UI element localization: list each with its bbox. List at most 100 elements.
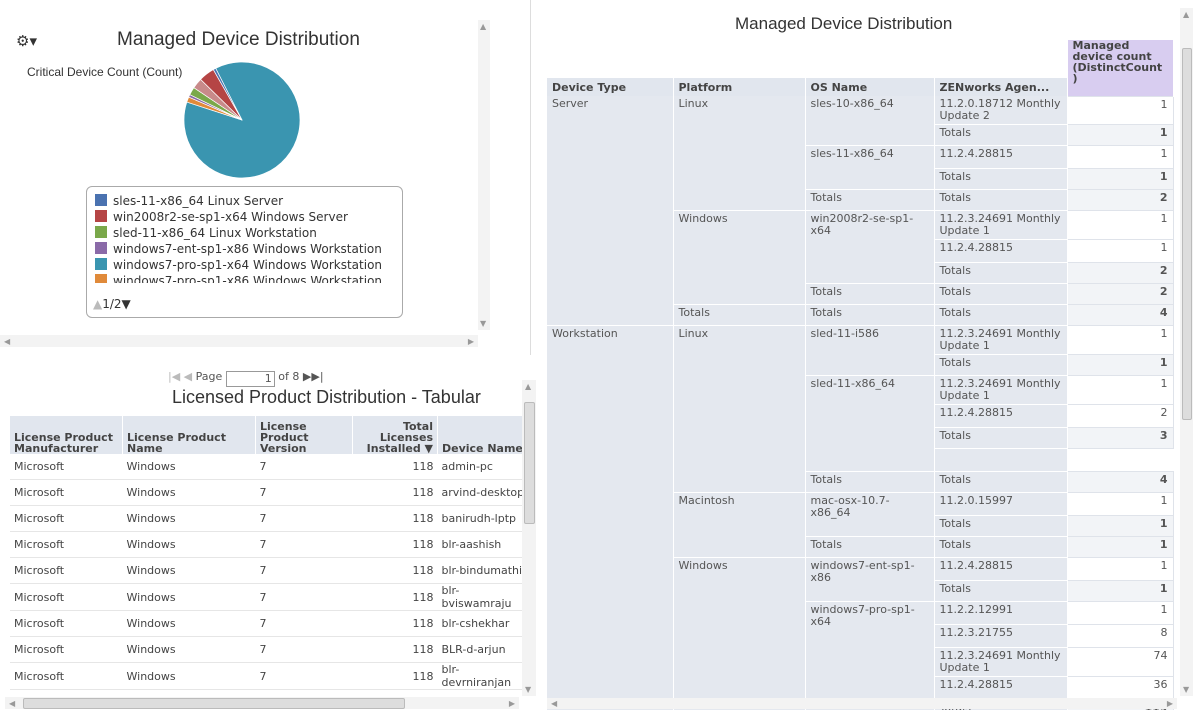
table-title: Licensed Product Distribution - Tabular: [172, 387, 481, 407]
legend-swatch: [95, 258, 107, 270]
table-cell: 7: [255, 531, 353, 558]
licensed-product-table: License Product Manufacturer License Pro…: [10, 416, 533, 690]
agent-cell: 11.2.0.18712 Monthly Update 2: [934, 96, 1068, 125]
chart-title: Managed Device Distribution: [117, 29, 360, 50]
count-cell: 1: [1066, 375, 1174, 405]
totals-cell: Totals: [934, 189, 1068, 211]
os-name-cell: win2008r2-se-sp1-x64: [805, 210, 935, 284]
horizontal-scrollbar[interactable]: ◀ ▶: [547, 698, 1177, 709]
total-count-cell: 1: [1066, 580, 1174, 602]
last-page-icon[interactable]: ▶|: [311, 370, 323, 383]
horizontal-scrollbar[interactable]: ◀ ▶: [0, 335, 478, 347]
pager: |◀ ◀ Page 1 of 8 ▶▶|: [168, 370, 324, 387]
agent-cell: 11.2.4.28815: [934, 557, 1068, 581]
column-header[interactable]: Device Name: [437, 416, 533, 454]
total-count-cell: 1: [1066, 515, 1174, 537]
vertical-scrollbar[interactable]: ▲ ▼: [478, 20, 490, 330]
device-type-cell: Workstation: [547, 325, 674, 710]
table-cell: 7: [255, 479, 353, 506]
agent-cell: 11.2.3.24691 Monthly Update 1: [934, 325, 1068, 355]
table-cell: 118: [352, 610, 438, 637]
gear-icon[interactable]: ⚙▾: [16, 32, 37, 50]
distribution-panel: Managed Device Distribution Managed devi…: [542, 0, 1194, 710]
table-title: Managed Device Distribution: [735, 14, 953, 33]
table-cell: blr-bviswamraju: [437, 583, 533, 611]
table-row[interactable]: Microsoft Windows 7 118 admin-pc: [10, 454, 533, 480]
table-cell: Microsoft: [10, 454, 123, 480]
table-cell: Microsoft: [10, 636, 123, 663]
table-cell: Microsoft: [10, 662, 123, 690]
table-row[interactable]: Microsoft Windows 7 118 blr-bviswamraju: [10, 583, 533, 611]
table-row[interactable]: Microsoft Windows 7 118 BLR-d-arjun: [10, 636, 533, 663]
table-cell: 118: [352, 505, 438, 532]
legend-next-icon[interactable]: ▼: [122, 297, 131, 311]
horizontal-scrollbar[interactable]: ◀ ▶: [5, 697, 519, 709]
pie-chart: [183, 61, 301, 179]
count-cell: 1: [1066, 492, 1174, 516]
column-header[interactable]: Managed device count (DistinctCount ): [1067, 40, 1174, 96]
os-name-cell: sles-11-x86_64: [805, 145, 935, 190]
column-header[interactable]: License Product Name: [122, 416, 256, 454]
table-row[interactable]: Microsoft Windows 7 118 blr-cshekhar: [10, 610, 533, 637]
table-cell: blr-cshekhar: [437, 610, 533, 637]
device-type-cell: Server: [547, 96, 674, 326]
agent-cell: 11.2.0.15997: [934, 492, 1068, 516]
column-header[interactable]: ZENworks Agen...: [934, 78, 1068, 96]
table-cell: admin-pc: [437, 454, 533, 480]
totals-cell: Totals: [934, 168, 1068, 190]
table-cell: blr-bindumathi: [437, 557, 533, 584]
count-cell: 74: [1066, 647, 1174, 677]
column-header[interactable]: Total Licenses Installed ▼: [352, 416, 438, 454]
column-header[interactable]: Device Type: [547, 78, 674, 96]
agent-cell: 11.2.3.24691 Monthly Update 1: [934, 647, 1068, 677]
os-name-cell: sled-11-i586: [805, 325, 935, 376]
column-header[interactable]: License Product Version: [255, 416, 353, 454]
legend-item[interactable]: windows7-pro-sp1-x86 Windows Workstation: [95, 274, 382, 283]
legend-prev-icon[interactable]: ▲: [93, 297, 102, 311]
totals-cell: Totals: [805, 536, 935, 558]
totals-cell: Totals: [934, 471, 1068, 493]
agent-cell: 11.2.3.21755: [934, 624, 1068, 648]
legend-item[interactable]: sles-11-x86_64 Linux Server: [95, 194, 283, 209]
scrollbar-thumb[interactable]: [23, 698, 405, 709]
legend-item[interactable]: windows7-pro-sp1-x64 Windows Workstation: [95, 258, 382, 273]
column-header[interactable]: OS Name: [805, 78, 935, 96]
table-row[interactable]: Microsoft Windows 7 118 blr-devrniranjan: [10, 662, 533, 690]
table-cell: 118: [352, 583, 438, 611]
total-count-cell: 1: [1066, 536, 1174, 558]
os-name-cell: mac-osx-10.7-x86_64: [805, 492, 935, 537]
table-row[interactable]: Microsoft Windows 7 118 blr-aashish: [10, 531, 533, 558]
table-cell: 118: [352, 662, 438, 690]
legend-swatch: [95, 242, 107, 254]
legend-item[interactable]: sled-11-x86_64 Linux Workstation: [95, 226, 317, 241]
count-cell: 1: [1066, 325, 1174, 355]
scrollbar-thumb[interactable]: [1182, 48, 1192, 420]
table-row[interactable]: Microsoft Windows 7 118 blr-bindumathi: [10, 557, 533, 584]
legend-pager: ▲1/2▼: [93, 297, 131, 311]
table-cell: Windows: [122, 636, 256, 663]
agent-cell: 11.2.4.28815: [934, 676, 1068, 700]
column-header[interactable]: Platform: [673, 78, 806, 96]
legend-item[interactable]: windows7-ent-sp1-x86 Windows Workstation: [95, 242, 382, 257]
total-count-cell: 1: [1066, 124, 1174, 146]
first-page-icon[interactable]: |◀: [168, 370, 180, 383]
table-row[interactable]: Microsoft Windows 7 118 arvind-desktop: [10, 479, 533, 506]
licensed-product-panel: |◀ ◀ Page 1 of 8 ▶▶| Licensed Product Di…: [0, 360, 538, 710]
legend-item[interactable]: win2008r2-se-sp1-x64 Windows Server: [95, 210, 348, 225]
total-count-cell: 1: [1066, 354, 1174, 376]
vertical-scrollbar[interactable]: ▲ ▼: [522, 380, 536, 696]
page-number-input[interactable]: 1: [225, 371, 275, 387]
column-header[interactable]: License Product Manufacturer: [10, 416, 123, 454]
table-cell: Windows: [122, 531, 256, 558]
table-row[interactable]: Microsoft Windows 7 118 banirudh-lptp: [10, 505, 533, 532]
platform-cell: Windows: [673, 557, 806, 710]
count-cell: 8: [1066, 624, 1174, 648]
total-count-cell: 1: [1066, 168, 1174, 190]
prev-page-icon[interactable]: ◀: [184, 370, 192, 383]
table-cell: Windows: [122, 583, 256, 611]
pie-chart-panel: ⚙▾ Managed Device Distribution Critical …: [0, 0, 531, 355]
vertical-scrollbar[interactable]: ▲ ▼: [1180, 8, 1193, 696]
os-name-cell: windows7-ent-sp1-x86: [805, 557, 935, 602]
scrollbar-thumb[interactable]: [524, 402, 535, 524]
table-cell: 7: [255, 454, 353, 480]
